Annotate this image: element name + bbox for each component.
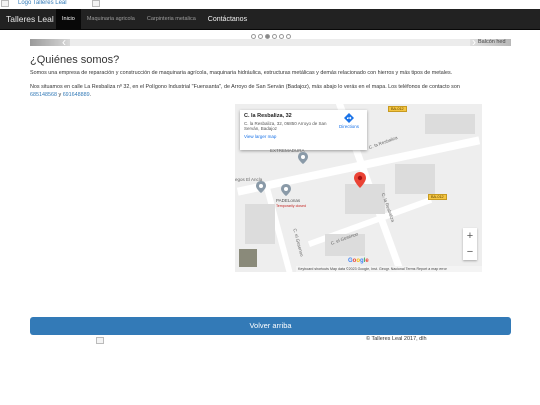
poi-marker-icon[interactable]: [298, 152, 308, 164]
road-badge: BA-012: [388, 106, 407, 112]
location-pin-icon[interactable]: [354, 172, 366, 188]
location-paragraph: Nos situamos en calle La Resbaliza nº 32…: [30, 83, 512, 99]
phone-link-1[interactable]: 685148568: [30, 92, 57, 98]
directions-icon: [344, 113, 354, 123]
google-logo: Google: [348, 258, 369, 264]
intro-paragraph: Somos una empresa de reparación y constr…: [30, 70, 453, 76]
brand-link[interactable]: Talleres Leal: [6, 9, 54, 30]
nav-menu: Inicio Maquinaria agricola Carpinteria m…: [56, 9, 253, 30]
carousel-slide: [70, 39, 470, 46]
back-to-top-button[interactable]: Volver arriba: [30, 317, 511, 335]
map-building: [245, 204, 275, 244]
zoom-out-button[interactable]: −: [463, 244, 477, 260]
nav-item-carpinteria[interactable]: Carpinteria metalica: [141, 9, 202, 30]
nav-item-maquinaria[interactable]: Maquinaria agricola: [81, 9, 141, 30]
zoom-in-button[interactable]: +: [463, 228, 477, 244]
page-title: ¿Quiénes somos?: [30, 54, 120, 66]
and-word: y: [58, 92, 62, 98]
phone-link-2[interactable]: 691648889: [63, 92, 90, 98]
map-info-card: C. la Resbaliza, 32 C. la Resbaliza, 32,…: [240, 110, 367, 150]
directions-button[interactable]: Directions: [335, 113, 363, 129]
map-building: [345, 184, 385, 214]
nav-item-contacto[interactable]: Contáctanos: [202, 9, 253, 30]
map-attribution[interactable]: Keyboard shortcuts Map data ©2023 Google…: [296, 266, 482, 272]
satellite-toggle[interactable]: [239, 249, 257, 267]
map-zoom-control: + −: [463, 228, 477, 260]
footer-copyright: © Talleres Leal 2017, dlh: [366, 336, 427, 342]
nav-item-inicio[interactable]: Inicio: [56, 9, 81, 30]
map-building: [425, 114, 475, 134]
chevron-right-icon[interactable]: ›: [472, 36, 476, 48]
map-building: [395, 164, 435, 194]
view-larger-map-link[interactable]: View larger map: [244, 134, 363, 139]
broken-image-icon: [1, 0, 9, 7]
directions-label: Directions: [338, 124, 359, 129]
broken-image-icon: [92, 0, 100, 7]
end-punct: .: [89, 92, 92, 98]
map-label-padel: PADELonas: [276, 198, 301, 203]
poi-marker-icon[interactable]: [256, 181, 266, 193]
navbar: Talleres Leal Inicio Maquinaria agricola…: [0, 9, 540, 39]
poi-marker-icon[interactable]: [281, 184, 291, 196]
broken-image-icon: [96, 337, 104, 344]
top-image-strip: Logo Talleres Leal: [0, 0, 540, 8]
place-address: C. la Resbaliza, 32, 06850 Arroyo de San…: [244, 121, 327, 131]
road-badge: BA-012: [428, 194, 447, 200]
carousel-caption: Balcón hed: [478, 39, 506, 45]
location-text: Nos situamos en calle La Resbaliza nº 32…: [30, 84, 460, 90]
logo-alt-text[interactable]: Logo Talleres Leal: [18, 0, 67, 7]
chevron-left-icon[interactable]: ‹: [62, 36, 66, 48]
map-label-padel-status: Temporarily closed: [276, 204, 306, 208]
